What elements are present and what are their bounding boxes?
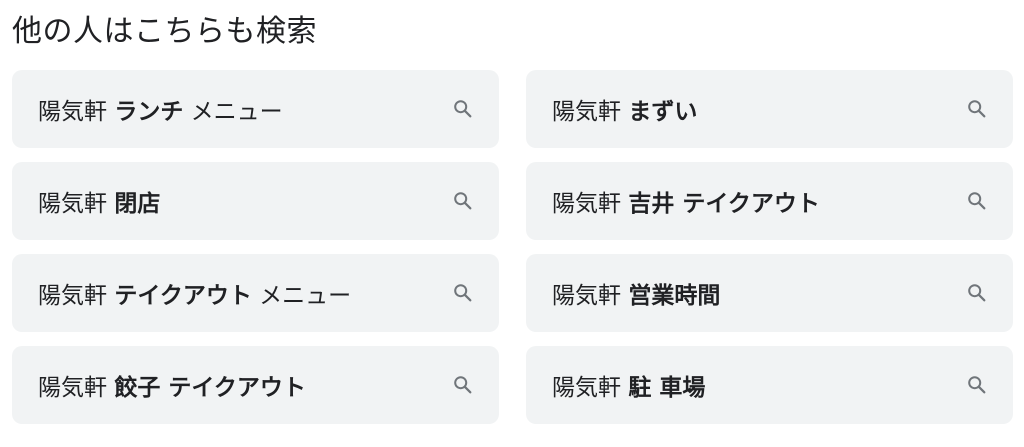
search-icon: [451, 373, 475, 397]
query-highlight: 吉井 テイクアウト: [628, 191, 820, 217]
related-search-text: 陽気軒 吉井 テイクアウト: [552, 184, 965, 218]
related-search-chip[interactable]: 陽気軒 餃子 テイクアウト: [12, 346, 499, 424]
related-search-text: 陽気軒 閉店: [38, 184, 451, 218]
related-search-text: 陽気軒 餃子 テイクアウト: [38, 368, 451, 402]
query-base: 陽気軒: [552, 99, 621, 125]
search-icon: [451, 189, 475, 213]
related-search-chip[interactable]: 陽気軒 テイクアウト メニュー: [12, 254, 499, 332]
query-base: 陽気軒: [552, 375, 621, 401]
search-icon: [965, 373, 989, 397]
search-icon: [965, 97, 989, 121]
search-icon: [451, 97, 475, 121]
query-base: 陽気軒: [38, 283, 107, 309]
query-highlight: 閉店: [114, 191, 161, 217]
related-search-text: 陽気軒 ランチ メニュー: [38, 92, 451, 126]
related-search-text: 陽気軒 駐 車場: [552, 368, 965, 402]
related-searches-grid: 陽気軒 ランチ メニュー 陽気軒 まずい 陽気軒 閉店 陽気軒 吉井 テイクアウ…: [12, 70, 1013, 424]
related-search-text: 陽気軒 営業時間: [552, 276, 965, 310]
related-searches-heading: 他の人はこちらも検索: [12, 14, 317, 49]
related-search-text: 陽気軒 まずい: [552, 92, 965, 126]
related-search-chip[interactable]: 陽気軒 閉店: [12, 162, 499, 240]
query-highlight: ランチ: [114, 99, 184, 125]
query-base: 陽気軒: [552, 191, 621, 217]
query-highlight: テイクアウト: [114, 283, 252, 309]
related-search-chip[interactable]: 陽気軒 まずい: [526, 70, 1013, 148]
search-icon: [451, 281, 475, 305]
related-search-chip[interactable]: 陽気軒 駐 車場: [526, 346, 1013, 424]
query-rest: メニュー: [190, 99, 283, 125]
query-rest: メニュー: [259, 283, 352, 309]
query-base: 陽気軒: [552, 283, 621, 309]
query-highlight: 駐 車場: [628, 375, 706, 401]
related-search-chip[interactable]: 陽気軒 ランチ メニュー: [12, 70, 499, 148]
query-base: 陽気軒: [38, 99, 107, 125]
query-highlight: 営業時間: [628, 283, 721, 309]
search-icon: [965, 281, 989, 305]
related-search-chip[interactable]: 陽気軒 吉井 テイクアウト: [526, 162, 1013, 240]
related-search-text: 陽気軒 テイクアウト メニュー: [38, 276, 451, 310]
query-highlight: 餃子 テイクアウト: [114, 375, 306, 401]
search-icon: [965, 189, 989, 213]
query-highlight: まずい: [628, 99, 698, 125]
related-search-chip[interactable]: 陽気軒 営業時間: [526, 254, 1013, 332]
query-base: 陽気軒: [38, 191, 107, 217]
query-base: 陽気軒: [38, 375, 107, 401]
